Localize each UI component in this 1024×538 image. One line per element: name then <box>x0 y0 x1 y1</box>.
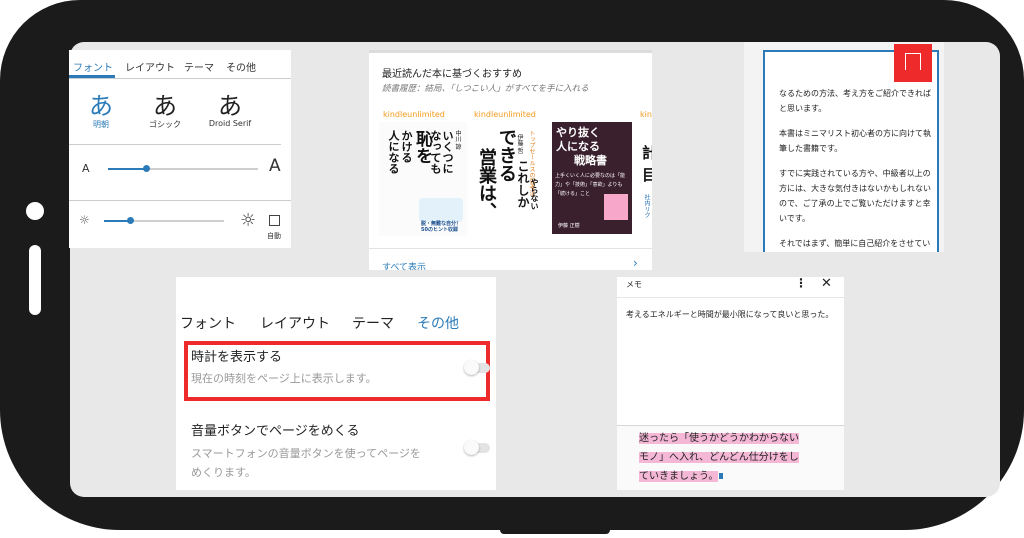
book-author: 伊藤 哲 <box>516 134 523 154</box>
font-settings-panel: フォント レイアウト テーマ その他 あ 明朝 あ ゴシック あ Droid S… <box>69 50 291 248</box>
brightness-slider-handle[interactable] <box>127 217 135 224</box>
kindle-unlimited-badge: kindleunlimited <box>640 110 652 119</box>
book-title-line: 恥を <box>412 130 432 164</box>
selection-handle[interactable] <box>719 473 724 479</box>
kindle-unlimited-badge: kindleunlimited <box>383 110 445 119</box>
chevron-right-icon[interactable]: › <box>633 256 638 270</box>
clock-setting-title: 時計を表示する <box>191 350 283 365</box>
book-author: 中川 諒 <box>454 130 461 150</box>
font-glyph: あ <box>218 92 242 120</box>
book-cover-1[interactable]: kindleunlimited いくつに なっても 恥を かける 人になる 中川… <box>379 108 467 236</box>
reader-text: なるための方法、考え方をご紹介できればと思います。 本書はミニマリスト初心者の方… <box>779 86 931 252</box>
font-size-slider-handle[interactable] <box>142 165 150 172</box>
clock-setting-description: 現在の時刻をページ上に表示します。 <box>191 372 377 385</box>
book-title-line: やり抜く <box>556 126 600 139</box>
divider <box>69 144 281 145</box>
see-all-link[interactable]: すべて表示 <box>382 260 426 270</box>
highlighted-passage[interactable]: 迷ったら「使うかどうかわからないモノ」へ入れ、どんどん仕分けをしていきましょう。 <box>639 429 799 486</box>
toggle-thumb <box>464 360 479 375</box>
recommendations-panel: 最近読んだ本に基づくおすすめ 読書履歴：結局、「しつこい人」がすべてを手に入れる… <box>369 50 652 270</box>
book-author: 伊藤 正樹 <box>558 223 580 229</box>
book-note: 社内リク <box>643 194 650 218</box>
cover-illustration <box>604 194 628 220</box>
bookmark-icon <box>905 53 921 70</box>
bookmark-button[interactable] <box>894 44 932 82</box>
camera-icon <box>26 202 44 220</box>
memo-panel: メモ ⋮ ✕ 考えるエネルギーと時間が最小限になって良いと思った。 迷ったら「使… <box>617 277 844 490</box>
tab-font[interactable]: フォント <box>180 313 236 333</box>
volume-setting-row[interactable]: 音量ボタンでページをめくる スマートフォンの音量ボタンを使ってページをめくります… <box>184 417 490 487</box>
reader-page: なるための方法、考え方をご紹介できればと思います。 本書はミニマリスト初心者の方… <box>763 44 939 252</box>
phone-side-button <box>500 526 610 534</box>
volume-toggle[interactable] <box>464 440 490 455</box>
brightness-high-icon: ☼ <box>240 210 257 231</box>
font-size-small-label: A <box>82 162 90 175</box>
book-title-line: いくつに <box>441 130 454 174</box>
volume-setting-title: 音量ボタンでページをめくる <box>191 424 360 439</box>
tab-theme[interactable]: テーマ <box>184 59 214 74</box>
reader-paragraph: それではまず、簡単に自己紹介をさせていただければと思います。 <box>779 239 931 248</box>
font-label: ゴシック <box>149 120 181 129</box>
clock-setting-row[interactable]: 時計を表示する 現在の時刻をページ上に表示します。 <box>184 341 490 401</box>
memo-note-text[interactable]: 考えるエネルギーと時間が最小限になって良いと思った。 <box>626 309 838 321</box>
tab-other[interactable]: その他 <box>226 59 256 74</box>
tab-other[interactable]: その他 <box>417 313 459 333</box>
book-cover-3[interactable]: やり抜く 人になる 戦略書 上手くいく人に必要なのは「能力」や「技術」「意欲」よ… <box>544 122 634 236</box>
brightness-low-icon: ☼ <box>79 213 90 227</box>
reader-paragraph: すでに実践されている方や、中級者以上の方には、大きな気付きはないかもしれないので… <box>779 169 931 223</box>
book-title-line: 人になる <box>556 140 600 153</box>
book-title-line: これしか <box>516 160 530 208</box>
other-settings-panel: フォント レイアウト テーマ その他 時計を表示する 現在の時刻をページ上に表示… <box>176 277 496 490</box>
font-label: Droid Serif <box>208 119 252 128</box>
book-title-line: 営業は、 <box>476 148 497 220</box>
tab-font[interactable]: フォント <box>73 59 113 74</box>
font-size-large-label: A <box>269 156 281 176</box>
book-title-line: 人になる <box>387 130 400 174</box>
auto-brightness-label: 自動 <box>267 232 281 240</box>
active-tab-indicator <box>69 75 115 78</box>
panel-top-border <box>369 50 652 53</box>
book-cover-4[interactable]: kindleunlimited 計 目 社内リク <box>639 108 652 236</box>
divider <box>369 248 652 249</box>
tab-layout[interactable]: レイアウト <box>260 313 330 333</box>
divider <box>617 297 844 298</box>
close-icon[interactable]: ✕ <box>821 277 832 291</box>
clock-toggle[interactable] <box>464 360 490 375</box>
toggle-thumb <box>464 440 479 455</box>
font-panel-tabs: フォント レイアウト テーマ その他 <box>69 50 291 79</box>
phone-side-button <box>688 0 758 6</box>
book-title-line: できる <box>496 128 517 182</box>
book-title-line: 計 <box>642 144 652 162</box>
phone-side-button <box>232 0 302 6</box>
kindle-unlimited-badge: kindleunlimited <box>474 110 536 119</box>
reader-paragraph: なるための方法、考え方をご紹介できればと思います。 <box>779 89 931 113</box>
more-options-icon[interactable]: ⋮ <box>795 277 807 290</box>
book-title-line: 戦略書 <box>574 154 607 167</box>
memo-title: メモ <box>626 280 642 289</box>
speaker-slot <box>29 245 41 315</box>
font-label: 明朝 <box>93 120 109 129</box>
auto-brightness-checkbox[interactable] <box>269 215 280 226</box>
divider <box>69 200 291 201</box>
tab-layout[interactable]: レイアウト <box>125 59 175 74</box>
recommend-title: 最近読んだ本に基づくおすすめ <box>382 69 522 80</box>
reader-page-panel: なるための方法、考え方をご紹介できればと思います。 本書はミニマリスト初心者の方… <box>744 42 944 252</box>
reader-paragraph: 本書はミニマリスト初心者の方に向けて執筆した書籍です。 <box>779 129 931 153</box>
tab-theme[interactable]: テーマ <box>352 313 394 333</box>
book-title-line: かける <box>400 130 413 163</box>
book-title-line: 目 <box>642 166 652 184</box>
book-title-line: やらない <box>530 178 539 210</box>
volume-setting-description: スマートフォンの音量ボタンを使ってページをめくります。 <box>191 447 421 479</box>
cover-illustration <box>419 198 463 222</box>
font-glyph: あ <box>89 92 113 120</box>
book-cover-2[interactable]: kindleunlimited トップセールスの思考法 伊藤 哲 できる 営業は… <box>472 108 548 236</box>
book-note: 脱・無難な自分！50のヒント収録 <box>421 221 462 233</box>
font-size-slider-fill <box>108 168 146 170</box>
recommend-subtitle: 読書履歴：結局、「しつこい人」がすべてを手に入れる <box>382 84 589 94</box>
font-glyph: あ <box>153 92 177 120</box>
